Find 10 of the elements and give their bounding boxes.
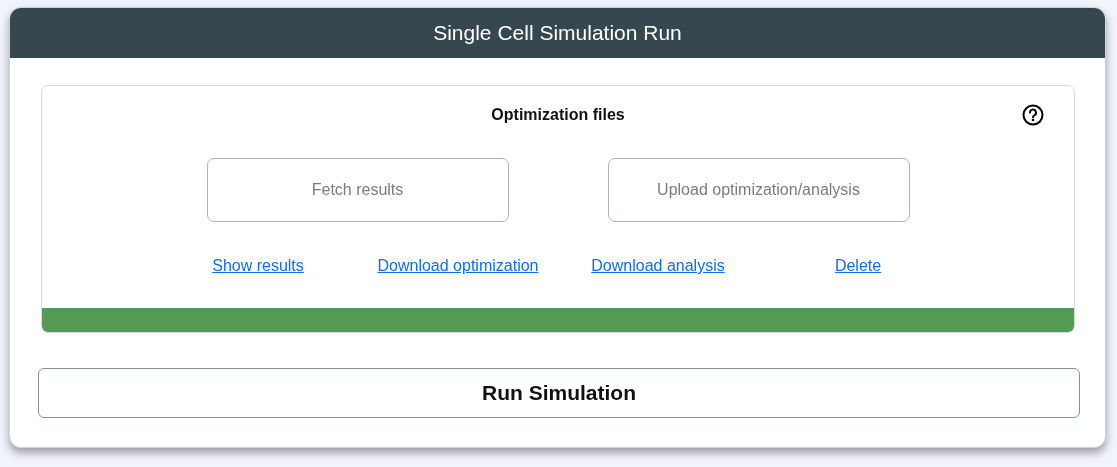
panel-title: Optimization files <box>491 106 625 123</box>
help-icon[interactable] <box>1022 104 1044 126</box>
window-title: Single Cell Simulation Run <box>10 8 1105 58</box>
run-button[interactable]: Run Simulation <box>38 368 1080 418</box>
file-button[interactable]: Upload optimization/analysis <box>607 158 910 222</box>
link[interactable]: Show results <box>212 257 304 275</box>
link[interactable]: Download optimization <box>377 257 539 275</box>
file-button[interactable]: Fetch results <box>206 158 509 222</box>
link[interactable]: Download analysis <box>591 257 725 275</box>
link[interactable]: Delete <box>834 257 882 275</box>
